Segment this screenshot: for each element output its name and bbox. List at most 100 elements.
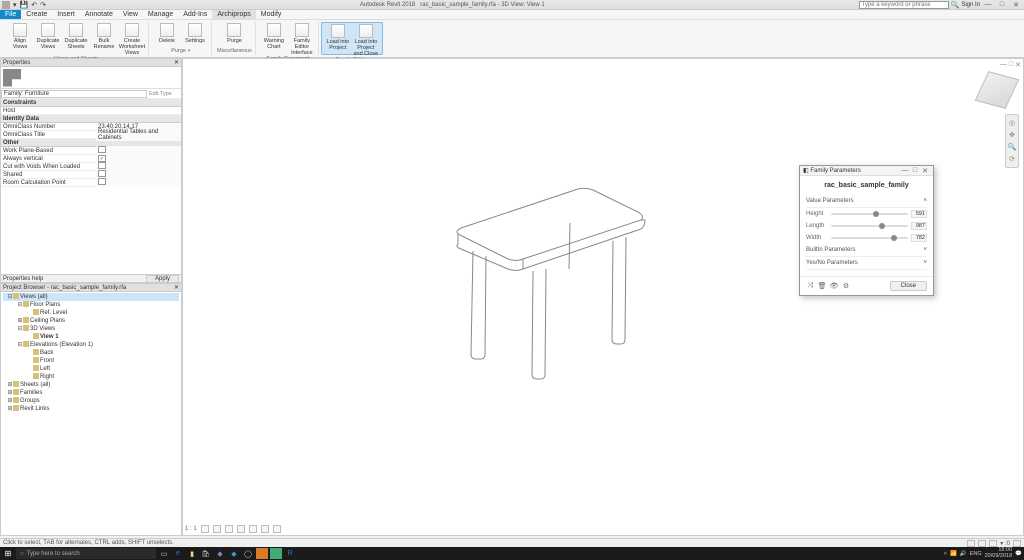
filter-icon[interactable] [1013, 540, 1021, 547]
tree-item[interactable]: ⊞Families [3, 389, 179, 397]
param-slider[interactable] [831, 237, 908, 239]
properties-help-link[interactable]: Properties help [3, 276, 43, 282]
property-row[interactable]: Room Calculation Point [1, 179, 181, 187]
tree-item[interactable]: ⊟3D Views [3, 325, 179, 333]
section-value-params[interactable]: Value Parameters˄ [806, 195, 927, 208]
start-button[interactable]: ⊞ [2, 548, 14, 559]
tree-item[interactable]: ⊞Ceiling Plans [3, 317, 179, 325]
dialog-maximize-button[interactable]: □ [910, 167, 920, 174]
infocenter-icon[interactable]: 🔍 [951, 1, 960, 9]
crop-region-icon[interactable] [261, 525, 269, 533]
menu-view[interactable]: View [118, 10, 143, 19]
file-tab[interactable]: File [0, 10, 21, 19]
nav-zoom-icon[interactable]: 🔍 [1006, 141, 1018, 153]
ribbon-button[interactable]: Delete [154, 22, 180, 48]
property-section[interactable]: Constraints [1, 99, 181, 107]
checkbox[interactable] [98, 178, 106, 185]
qa-save-icon[interactable]: 💾 [20, 1, 29, 9]
property-row[interactable]: OmniClass TitleResidential Tables and Ca… [1, 131, 181, 139]
task-view-icon[interactable]: ▭ [158, 548, 170, 559]
param-slider[interactable] [831, 213, 908, 215]
viewcube[interactable] [975, 71, 1020, 109]
store-icon[interactable]: 🛍 [200, 548, 212, 559]
visual-style-icon[interactable] [213, 525, 221, 533]
tree-item[interactable]: ⊞Revit Links [3, 405, 179, 413]
ribbon-button[interactable]: Load into Project and Close [353, 23, 379, 57]
param-value[interactable]: 591 [911, 210, 927, 218]
minimize-button[interactable]: — [982, 1, 994, 9]
property-section[interactable]: Identity Data [1, 115, 181, 123]
ribbon-button[interactable]: Duplicate Sheets [63, 22, 89, 56]
dialog-minimize-button[interactable]: — [900, 167, 910, 174]
tree-item[interactable]: ⊟Floor Plans [3, 301, 179, 309]
signin-link[interactable]: Sign In [961, 2, 980, 8]
tree-item[interactable]: ⊟Elevations (Elevation 1) [3, 341, 179, 349]
vs-icon[interactable]: ◆ [214, 548, 226, 559]
section-yesno-params[interactable]: Yes/No Parameters˅ [806, 257, 927, 270]
tray-clock[interactable]: 18:0020/09/2018 [985, 548, 1013, 559]
qa-undo-icon[interactable]: ↶ [31, 1, 37, 9]
ribbon-button[interactable]: Duplicate Views [35, 22, 61, 56]
tray-chevron-icon[interactable]: ˄ [944, 551, 947, 557]
dialog-close-action[interactable]: Close [890, 281, 927, 291]
tree-item[interactable]: ⊞Sheets (all) [3, 381, 179, 389]
code-icon[interactable]: ◆ [228, 548, 240, 559]
menu-create[interactable]: Create [21, 10, 52, 19]
explorer-icon[interactable]: ▮ [186, 548, 198, 559]
shuffle-icon[interactable]: ⤨ [806, 282, 814, 290]
apply-button[interactable]: Apply [146, 275, 179, 283]
revit-icon[interactable]: R [284, 548, 296, 559]
tree-item[interactable]: ⊟Views (all) [3, 293, 179, 301]
property-row[interactable]: Work Plane-Based [1, 147, 181, 155]
vp-close-icon[interactable]: ✕ [1015, 61, 1021, 69]
vp-restore-icon[interactable]: □ [1009, 61, 1013, 69]
tray-volume-icon[interactable]: 🔊 [960, 551, 967, 557]
menu-modify[interactable]: Modify [256, 10, 287, 19]
menu-manage[interactable]: Manage [143, 10, 178, 19]
close-button[interactable]: ✕ [1010, 1, 1022, 9]
family-parameters-dialog[interactable]: ◧ Family Parameters — □ ✕ rac_basic_samp… [799, 165, 934, 296]
property-row[interactable]: Host [1, 107, 181, 115]
checkbox[interactable] [98, 170, 106, 177]
app-icon[interactable] [270, 548, 282, 559]
viewport-3d[interactable]: — □ ✕ ◎ ✥ 🔍 ⟳ 1 : 1 [182, 58, 1024, 536]
ribbon-button[interactable]: Family Editor Interface [289, 22, 315, 56]
param-value[interactable]: 987 [911, 222, 927, 230]
worksets-icon[interactable] [967, 540, 975, 547]
tree-item[interactable]: Right [3, 373, 179, 381]
param-value[interactable]: 782 [911, 234, 927, 242]
ribbon-button[interactable]: Warning Chart [261, 22, 287, 56]
param-slider[interactable] [831, 225, 908, 227]
tray-network-icon[interactable]: 📶 [950, 551, 957, 557]
tray-lang[interactable]: ENG [970, 551, 982, 557]
ribbon-button[interactable]: Load into Project [325, 23, 351, 57]
close-icon[interactable]: ✕ [174, 59, 179, 66]
help-search-input[interactable] [859, 1, 949, 9]
sun-path-icon[interactable] [225, 525, 233, 533]
lock-3d-icon[interactable] [273, 525, 281, 533]
tree-item[interactable]: Ref. Level [3, 309, 179, 317]
taskbar-search[interactable]: ○ Type here to search [16, 548, 156, 559]
tray-notifications-icon[interactable]: 💬 [1015, 551, 1022, 557]
app-icon[interactable] [256, 548, 268, 559]
ribbon-button[interactable]: Purge [221, 22, 247, 48]
shadows-icon[interactable] [237, 525, 245, 533]
dialog-close-button[interactable]: ✕ [920, 167, 930, 175]
crop-view-icon[interactable] [249, 525, 257, 533]
section-builtin-params[interactable]: BuiltIn Parameters˅ [806, 244, 927, 257]
delete-icon[interactable]: 🗑 [818, 282, 826, 290]
chrome-icon[interactable]: ◯ [242, 548, 254, 559]
checkbox[interactable] [98, 162, 106, 169]
menu-insert[interactable]: Insert [52, 10, 80, 19]
tree-item[interactable]: ⊞Groups [3, 397, 179, 405]
edit-type-button[interactable]: Edit Type [147, 91, 181, 97]
menu-addins[interactable]: Add-Ins [178, 10, 212, 19]
visibility-icon[interactable]: 👁 [830, 282, 838, 290]
menu-archiprops[interactable]: Archiprops [212, 10, 255, 19]
edge-icon[interactable]: e [172, 548, 184, 559]
tree-item[interactable]: Left [3, 365, 179, 373]
project-browser-header[interactable]: Project Browser - rac_basic_sample_famil… [1, 284, 181, 292]
tree-item[interactable]: Back [3, 349, 179, 357]
checkbox[interactable]: ✓ [98, 155, 106, 162]
scale-display[interactable]: 1 : 1 [185, 526, 197, 532]
